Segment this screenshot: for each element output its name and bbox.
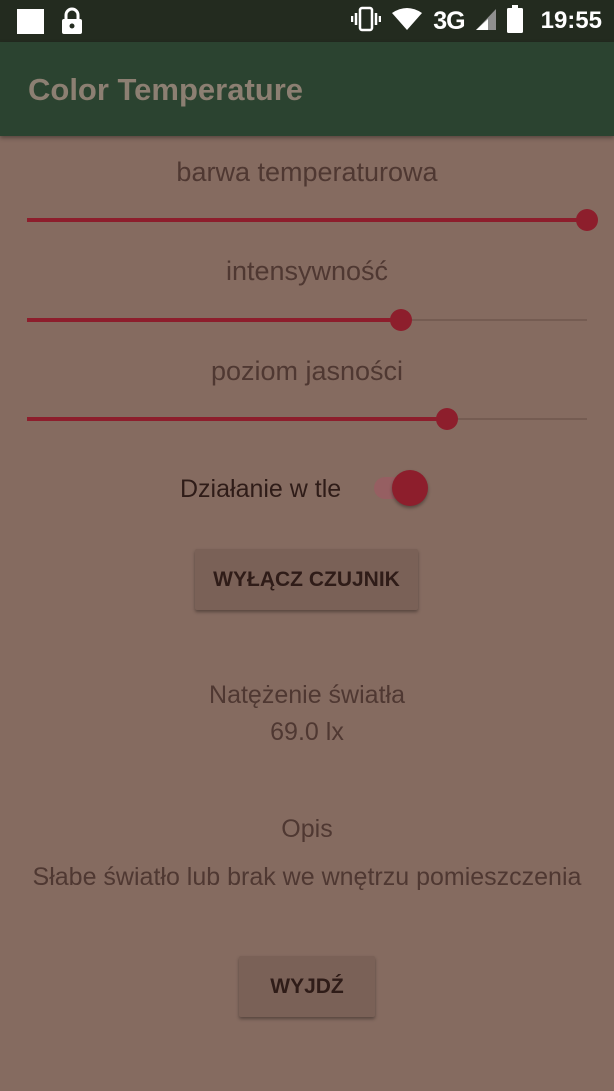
color-temperature-slider[interactable] — [27, 208, 598, 232]
wifi-icon — [391, 7, 423, 36]
app-bar: Color Temperature — [0, 42, 614, 136]
light-intensity-value: 69.0 lx — [270, 718, 344, 746]
slider-thumb[interactable] — [576, 209, 598, 231]
intensity-label: intensywność — [225, 256, 389, 286]
app-title: Color Temperature — [28, 72, 304, 107]
lock-icon — [60, 7, 84, 35]
clock: 19:55 — [540, 7, 602, 34]
exit-button[interactable]: WYJDŹ — [239, 956, 375, 1017]
status-right: 3G 19:55 — [351, 0, 602, 42]
background-switch-row: Działanie w tle — [0, 466, 614, 510]
brightness-slider[interactable] — [27, 407, 587, 431]
light-intensity-label: Natężenie światła — [209, 681, 405, 709]
slider-fill — [27, 218, 587, 222]
slider-thumb[interactable] — [436, 408, 458, 430]
slider-fill — [27, 318, 401, 322]
description-label: Opis — [281, 815, 333, 843]
network-type: 3G — [433, 6, 465, 35]
status-bar: 3G 19:55 — [0, 0, 614, 42]
disable-sensor-button[interactable]: WYŁĄCZ CZUJNIK — [195, 549, 418, 610]
slider-fill — [27, 417, 447, 421]
notification-square-icon — [17, 9, 44, 34]
intensity-slider[interactable] — [27, 308, 587, 332]
background-switch-label: Działanie w tle — [180, 475, 342, 503]
battery-icon — [506, 4, 523, 38]
slider-thumb[interactable] — [389, 309, 412, 331]
signal-icon — [475, 7, 497, 36]
background-switch-toggle[interactable] — [392, 470, 428, 506]
color-temperature-label: barwa temperaturowa — [176, 157, 438, 187]
vibrate-icon — [351, 6, 382, 37]
brightness-label: poziom jasności — [210, 356, 404, 386]
description-text: Słabe światło lub brak we wnętrzu pomies… — [32, 863, 582, 891]
